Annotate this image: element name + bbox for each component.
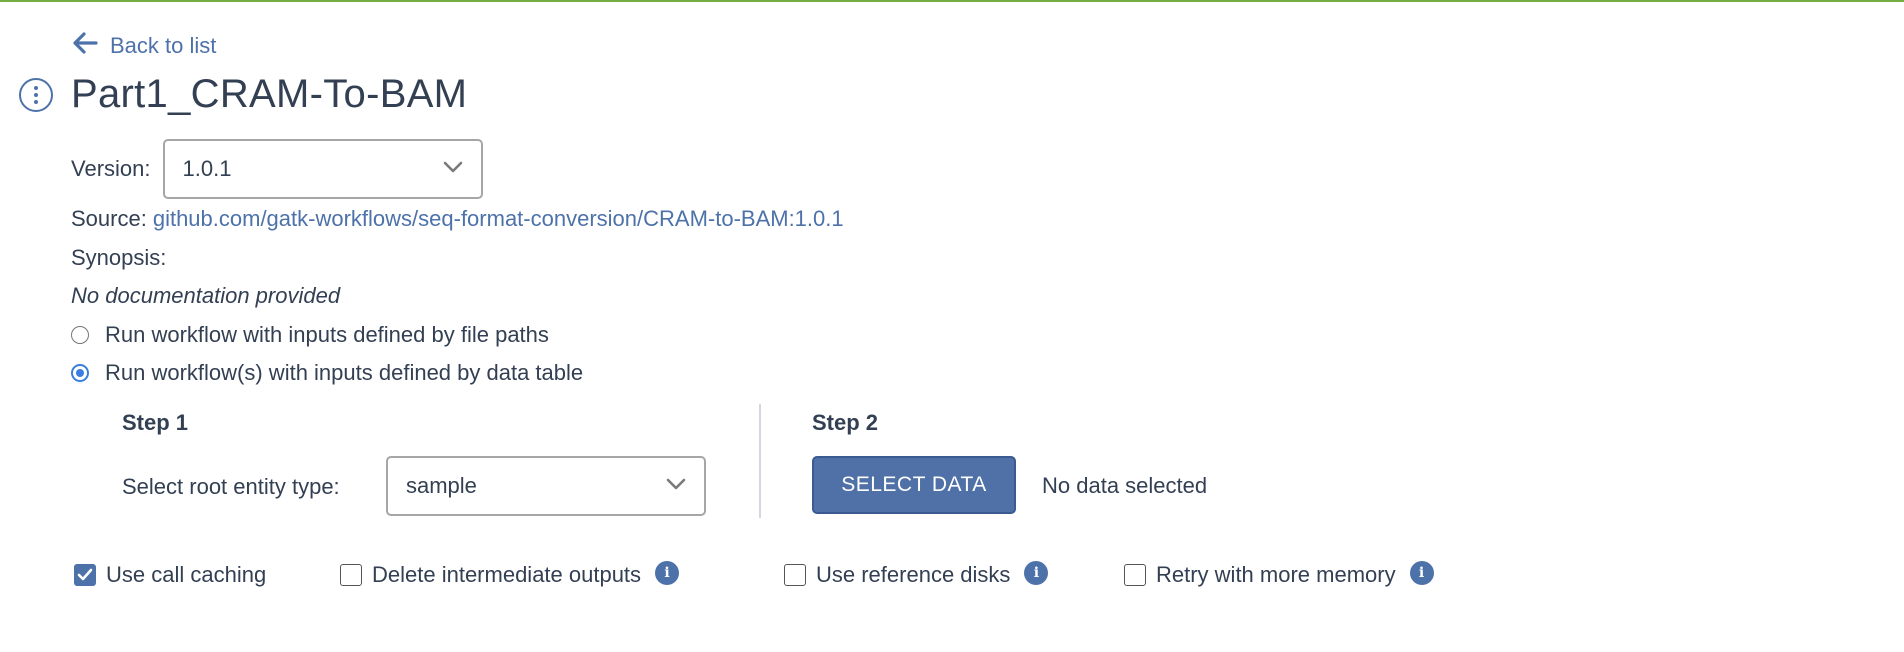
delete-intermediate-label: Delete intermediate outputs [372, 562, 642, 587]
option-reference-disks[interactable]: Use reference disks i [784, 561, 1049, 588]
chevron-down-icon [443, 160, 463, 178]
version-select[interactable]: 1.0.1 [162, 139, 483, 199]
root-entity-value: sample [406, 473, 477, 498]
call-caching-label: Use call caching [106, 562, 267, 587]
reference-disks-label: Use reference disks [816, 562, 1011, 587]
check-icon [77, 568, 93, 581]
delete-intermediate-checkbox[interactable] [340, 564, 362, 586]
info-icon[interactable]: i [1024, 561, 1049, 585]
info-icon[interactable]: i [655, 561, 680, 585]
back-to-list-link[interactable]: Back to list [72, 32, 216, 59]
documentation-text: No documentation provided [71, 283, 341, 308]
option-call-caching[interactable]: Use call caching [74, 562, 266, 588]
step2-title: Step 2 [812, 410, 879, 435]
chevron-down-icon [666, 477, 686, 495]
option-delete-intermediate[interactable]: Delete intermediate outputs i [340, 561, 680, 588]
top-accent-bar [0, 0, 1904, 2]
step1-title: Step 1 [122, 410, 189, 435]
kebab-menu-icon[interactable] [19, 78, 53, 112]
source-row: Source: github.com/gatk-workflows/seq-for… [71, 206, 844, 232]
root-entity-label: Select root entity type: [122, 474, 340, 499]
arrow-left-icon [72, 32, 98, 59]
retry-memory-checkbox[interactable] [1124, 564, 1146, 586]
radio-file-paths-label: Run workflow with inputs defined by file… [105, 322, 549, 347]
call-caching-checkbox[interactable] [74, 564, 96, 586]
option-retry-memory[interactable]: Retry with more memory i [1124, 561, 1434, 588]
version-row: Version: 1.0.1 [71, 139, 483, 199]
radio-button[interactable] [71, 326, 89, 344]
version-label: Version: [71, 156, 151, 181]
radio-button-selected[interactable] [71, 364, 89, 382]
radio-data-table-label: Run workflow(s) with inputs defined by d… [105, 360, 584, 385]
page-title: Part1_CRAM-To-BAM [71, 72, 468, 116]
synopsis-label: Synopsis: [71, 245, 167, 270]
data-selection-status: No data selected [1042, 473, 1208, 498]
root-entity-select[interactable]: sample [386, 456, 706, 516]
radio-file-paths[interactable]: Run workflow with inputs defined by file… [71, 322, 549, 348]
select-data-button[interactable]: SELECT DATA [812, 456, 1016, 514]
reference-disks-checkbox[interactable] [784, 564, 806, 586]
radio-data-table[interactable]: Run workflow(s) with inputs defined by d… [71, 360, 583, 386]
version-value: 1.0.1 [182, 156, 232, 181]
source-label: Source: [71, 206, 147, 231]
step-divider [759, 404, 761, 518]
back-to-list-label: Back to list [110, 32, 217, 58]
source-link[interactable]: github.com/gatk-workflows/seq-format-con… [153, 206, 844, 231]
retry-memory-label: Retry with more memory [1156, 562, 1396, 587]
info-icon[interactable]: i [1409, 561, 1434, 585]
